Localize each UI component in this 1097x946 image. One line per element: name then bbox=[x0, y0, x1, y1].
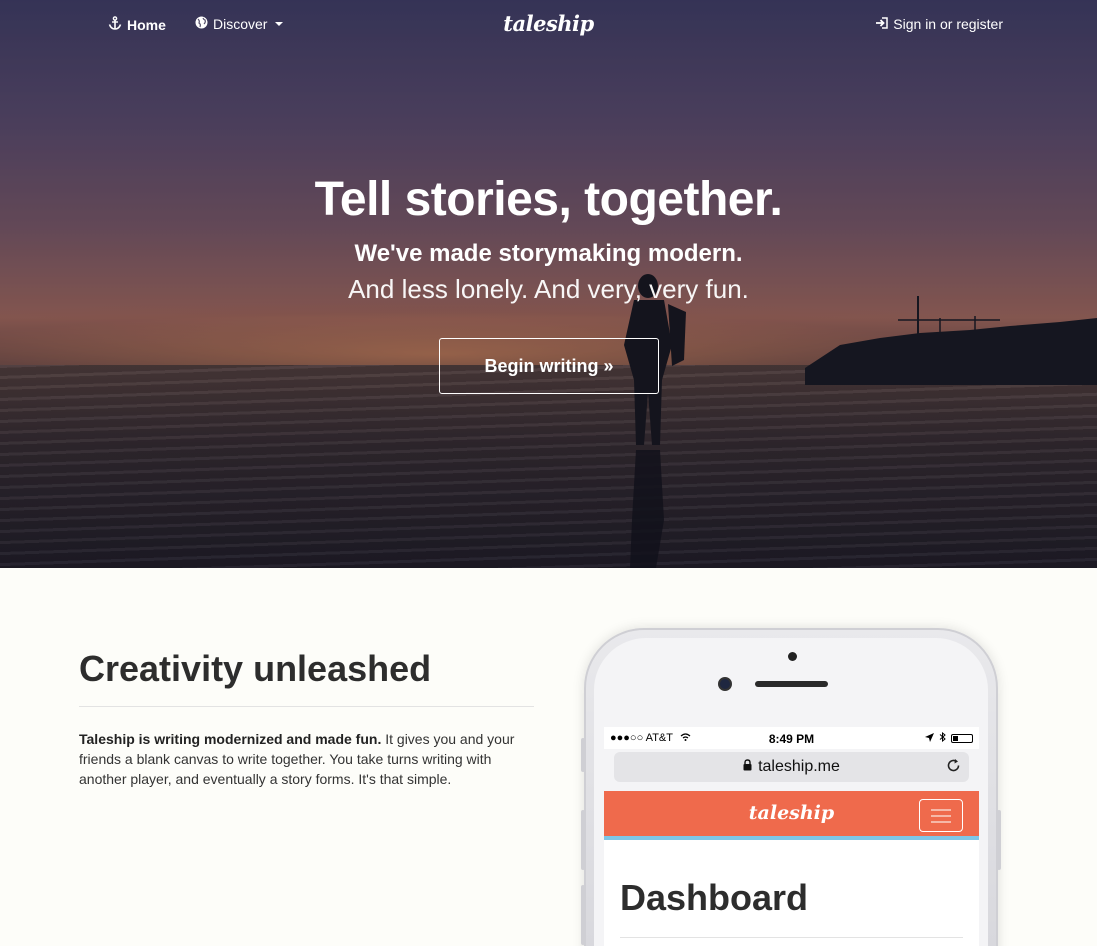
wifi-icon bbox=[680, 732, 691, 744]
dashboard-divider bbox=[620, 937, 963, 938]
phone-screen: ●●●○○ AT&T 8:49 PM taleship.me taleship … bbox=[604, 727, 979, 946]
section-title: Creativity unleashed bbox=[79, 648, 432, 689]
phone-side-button bbox=[581, 738, 585, 772]
chevron-down-icon bbox=[275, 22, 284, 26]
section-body-bold: Taleship is writing modernized and made … bbox=[79, 731, 382, 747]
status-carrier: ●●●○○ AT&T bbox=[610, 732, 691, 744]
browser-url: taleship.me bbox=[758, 758, 840, 775]
phone-volume-button bbox=[581, 885, 585, 945]
phone-power-button bbox=[997, 810, 1001, 870]
hero-tagline: And less lonely. And very, very fun. bbox=[348, 274, 749, 304]
hamburger-icon[interactable] bbox=[919, 799, 963, 832]
section-divider bbox=[79, 706, 534, 707]
nav-discover-dropdown[interactable]: Discover bbox=[195, 16, 284, 32]
phone-status-bar: ●●●○○ AT&T 8:49 PM bbox=[604, 727, 979, 749]
bluetooth-icon bbox=[939, 731, 946, 745]
phone-camera bbox=[718, 677, 732, 691]
nav-signin-label: Sign in or register bbox=[893, 16, 1003, 32]
sign-in-icon bbox=[875, 16, 889, 32]
reload-icon[interactable] bbox=[946, 758, 961, 777]
begin-writing-button[interactable]: Begin writing » bbox=[439, 338, 659, 394]
nav-home-label: Home bbox=[127, 16, 166, 33]
phone-volume-button bbox=[581, 810, 585, 870]
brand-logo[interactable]: taleship bbox=[503, 11, 594, 36]
nav-home-link[interactable]: Home bbox=[108, 16, 166, 33]
browser-chrome: taleship.me bbox=[604, 749, 979, 791]
browser-url-bar[interactable]: taleship.me bbox=[614, 752, 969, 782]
lock-icon bbox=[743, 758, 752, 776]
location-arrow-icon bbox=[925, 732, 934, 745]
dashboard-title: Dashboard bbox=[620, 877, 809, 918]
hero-subtitle: We've made storymaking modern. bbox=[354, 240, 743, 267]
nav-discover-label: Discover bbox=[213, 16, 268, 32]
anchor-icon bbox=[108, 16, 122, 33]
section-body: Taleship is writing modernized and made … bbox=[79, 729, 529, 789]
globe-icon bbox=[195, 16, 208, 32]
hero-title: Tell stories, together. bbox=[314, 173, 783, 226]
status-icons bbox=[925, 731, 973, 745]
phone-sensor bbox=[788, 652, 797, 661]
phone-speaker bbox=[755, 681, 828, 687]
battery-icon bbox=[951, 734, 973, 743]
nav-signin-link[interactable]: Sign in or register bbox=[875, 16, 1003, 32]
app-navbar: taleship bbox=[604, 791, 979, 840]
